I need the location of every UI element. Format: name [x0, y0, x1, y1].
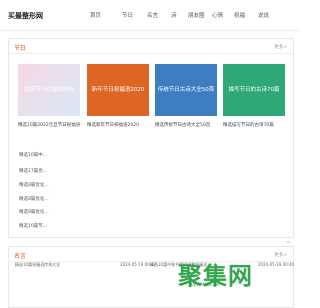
nav-moments[interactable]: 朋友圈 [188, 11, 205, 19]
nav-quotes[interactable]: 名言 [147, 11, 158, 19]
article-card-1[interactable]: 国庆节日祝福语精选 [18, 64, 80, 116]
more-link[interactable]: 更多+ [274, 44, 287, 50]
list-item[interactable]: 精选10篇节... [19, 223, 47, 229]
card-title: 传统节日古诗大全50首 [157, 87, 215, 93]
more-link[interactable]: 更多+ [274, 252, 287, 258]
section-title[interactable]: 名言 [14, 251, 26, 260]
nav-festival[interactable]: 节日 [122, 11, 133, 19]
nav-poem[interactable]: 诗 [171, 11, 177, 19]
nav-mood[interactable]: 心情 [212, 11, 223, 19]
section-header: 节日 更多+ [9, 39, 293, 54]
card-title: 国庆节日祝福语精选 [24, 87, 74, 93]
watermark-url: JUJIWANG.COM [190, 282, 220, 287]
list-item[interactable]: 精选8篇优化... [19, 196, 49, 202]
quote-row-date: 2024-05-19 00:40 [258, 262, 295, 267]
card-caption-4[interactable]: 精选描写节日的古诗70篇 [223, 122, 274, 128]
nav-wishes[interactable]: 祝福 [234, 11, 245, 19]
nav-home[interactable]: 首页 [90, 11, 101, 19]
article-card-4[interactable]: 描写节日的古诗70篇 [223, 64, 285, 116]
card-caption-3[interactable]: 精选传统节日古诗大全50首 [155, 122, 210, 128]
list-item[interactable]: 精选17篇优... [19, 168, 47, 174]
list-item[interactable]: 精选8篇优化... [19, 182, 49, 188]
nav-talk[interactable]: 说说 [258, 11, 269, 19]
card-caption-2[interactable]: 精选新年节日祝福语2020 [87, 122, 139, 128]
card-caption-1[interactable]: 精选10篇2022元旦节日祝福语 [18, 122, 80, 128]
article-card-2[interactable]: 新年节日祝福语2020 [87, 64, 149, 116]
list-item[interactable]: 精选9篇优化... [19, 209, 49, 215]
card-title: 新年节日祝福语2020 [91, 87, 145, 93]
card-title: 描写节日的古诗70篇 [228, 87, 280, 93]
quote-row-title[interactable]: 精选10篇祝福语传承大全 [15, 262, 60, 268]
article-card-3[interactable]: 传统节日古诗大全50首 [155, 64, 217, 116]
section-title[interactable]: 节日 [14, 43, 26, 52]
main-nav: 首页 节日 名言 诗 朋友圈 心情 祝福 说说 [0, 11, 300, 21]
top-navigation: 买最整形网 首页 节日 名言 诗 朋友圈 心情 祝福 说说 [0, 0, 300, 31]
list-item[interactable]: 精选10篇中... [19, 152, 47, 158]
